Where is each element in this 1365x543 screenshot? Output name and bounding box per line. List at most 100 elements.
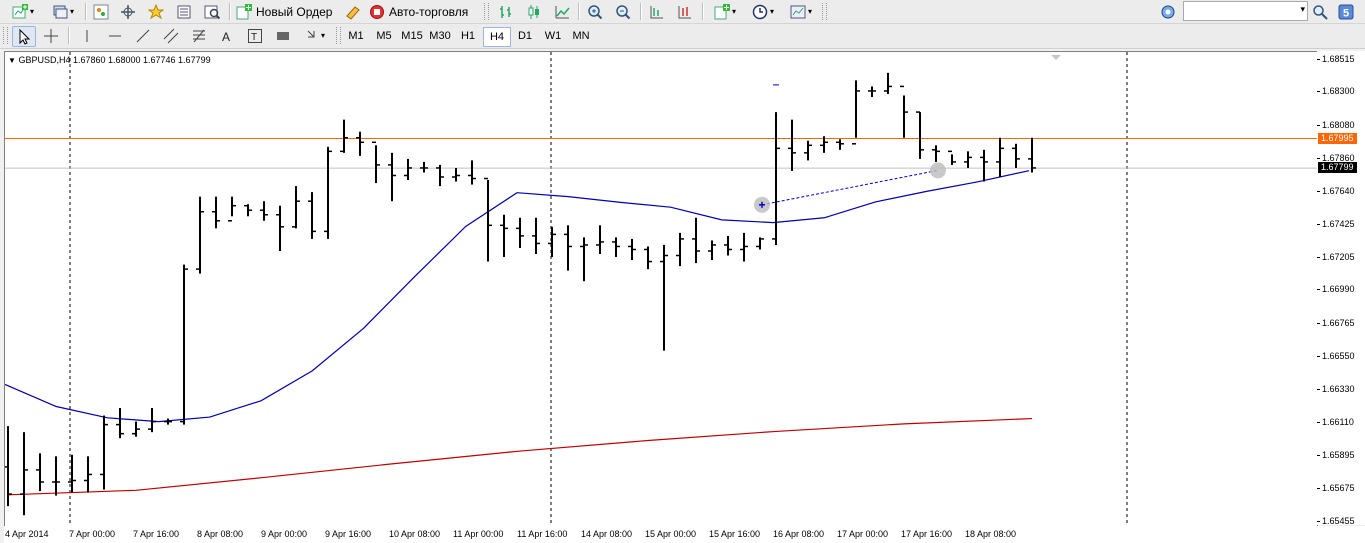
strategy-tester-icon [204, 4, 221, 20]
autoscroll-icon [677, 4, 693, 20]
trendline-button[interactable] [132, 26, 154, 45]
y-tick-label: 1.67425 [1322, 218, 1355, 229]
arrows-button[interactable]: ▾ [300, 26, 330, 45]
crosshair-icon [43, 28, 59, 44]
equidistant-channel-icon [163, 28, 179, 44]
line-chart-button[interactable] [551, 2, 573, 21]
y-tick [1317, 157, 1320, 159]
market-watch-icon [93, 4, 109, 20]
order-eraser-button[interactable] [343, 2, 363, 21]
horizontal-line-button[interactable] [104, 26, 126, 45]
navigator-icon [120, 4, 136, 20]
y-tick [1317, 59, 1320, 60]
fibonacci-button[interactable] [188, 26, 210, 45]
bar-chart-button[interactable] [495, 2, 517, 21]
search-dropdown-icon[interactable]: ▾ [1300, 4, 1305, 15]
timeframe-h4-label: H4 [489, 31, 505, 43]
tile-icon [649, 4, 665, 20]
market-watch-button[interactable] [91, 2, 111, 21]
pencil-icon [345, 4, 361, 20]
periods-button[interactable]: ▾ [746, 2, 780, 21]
main-toolbar: ▾ ▾ Новый Ордер Авто-торговля ▾ ▾ ▾ ▾ 5 [0, 0, 1365, 24]
y-tick [1317, 289, 1320, 291]
periods-icon [752, 4, 768, 20]
timeframe-w1[interactable]: W1 [540, 27, 566, 45]
x-tick-label: 4 Apr 2014 [5, 529, 49, 539]
timeframe-m1-label: M1 [348, 30, 364, 42]
text-button[interactable]: A [216, 26, 238, 45]
tile-windows-button[interactable] [646, 2, 668, 21]
profiles-button[interactable]: ▾ [46, 2, 80, 21]
y-tick-label: 1.65455 [1322, 516, 1355, 526]
cursor-button[interactable] [12, 26, 36, 47]
favorites-button[interactable] [145, 2, 167, 21]
candlestick-button[interactable] [523, 2, 545, 21]
x-tick-label: 8 Apr 08:00 [197, 529, 244, 539]
options-button[interactable] [1158, 2, 1178, 21]
indicators-button[interactable]: ▾ [708, 2, 742, 21]
data-window-button[interactable] [173, 2, 195, 21]
cursor-icon [16, 28, 32, 45]
indicators-icon [714, 3, 730, 20]
templates-icon [790, 4, 806, 20]
chart-menu-icon[interactable]: ▼ [8, 56, 16, 65]
text-label-icon: T [247, 28, 263, 44]
search-input-value [1184, 2, 1187, 14]
y-tick-label: 1.65675 [1322, 482, 1355, 493]
zoom-in-button[interactable] [584, 2, 606, 21]
y-tick [1317, 422, 1320, 424]
equidistant-channel-button[interactable] [160, 26, 182, 45]
templates-button[interactable]: ▾ [784, 2, 818, 21]
svg-text:T: T [251, 32, 257, 43]
timeframe-h1[interactable]: H1 [455, 27, 481, 45]
y-tick [1317, 355, 1320, 357]
vertical-line-icon [79, 28, 95, 44]
y-tick-label: 1.66110 [1322, 417, 1354, 428]
help-icon: 5 [1338, 4, 1354, 20]
timeframe-h1-label: H1 [460, 30, 476, 42]
marker-price-label: 1.67995 [1318, 132, 1357, 144]
timeframe-mn-label: MN [572, 30, 590, 42]
autoscroll-button[interactable] [674, 2, 696, 21]
new-chart-button[interactable]: ▾ [6, 2, 40, 21]
new-order-icon [236, 3, 252, 20]
strategy-tester-button[interactable] [201, 2, 223, 21]
timeframe-h4[interactable]: H4 [483, 27, 511, 47]
x-tick-label: 9 Apr 16:00 [325, 529, 372, 539]
favorites-icon [147, 3, 165, 20]
new-order-label: Новый Ордер [256, 4, 333, 19]
y-tick-label: 1.66330 [1322, 383, 1355, 394]
x-tick-label: 16 Apr 08:00 [773, 529, 825, 539]
timeframe-d1[interactable]: D1 [512, 27, 538, 45]
rectangle-button[interactable] [272, 26, 294, 45]
x-tick-label: 18 Apr 08:00 [965, 529, 1017, 539]
timeframe-m5[interactable]: M5 [371, 27, 397, 45]
y-tick-label: 1.68300 [1322, 86, 1355, 97]
search-button[interactable] [1310, 2, 1330, 21]
price-chart[interactable] [4, 51, 1318, 527]
y-tick [1317, 388, 1320, 390]
timeframe-m1[interactable]: M1 [343, 27, 369, 45]
new-order-button[interactable]: Новый Ордер [236, 2, 340, 21]
zoom-out-button[interactable] [612, 2, 634, 21]
x-tick-label: 17 Apr 00:00 [837, 529, 889, 539]
rectangle-icon [275, 28, 291, 44]
y-tick [1317, 521, 1320, 522]
symbol-info-text: GBPUSD,H4 1.67860 1.68000 1.67746 1.6779… [18, 55, 211, 65]
autotrading-button[interactable]: Авто-торговля [369, 2, 479, 21]
crosshair-button[interactable] [40, 26, 62, 45]
shift-marker [1051, 55, 1061, 60]
y-tick-label: 1.68515 [1322, 54, 1355, 64]
x-tick-label: 11 Apr 00:00 [453, 529, 504, 539]
timeframe-mn[interactable]: MN [568, 27, 594, 45]
search-input[interactable]: ▾ [1183, 1, 1308, 21]
text-label-button[interactable]: T [244, 26, 266, 45]
line-chart-icon [554, 4, 570, 20]
timeframe-m15[interactable]: M15 [399, 27, 425, 45]
help-button[interactable]: 5 [1336, 2, 1356, 21]
navigator-button[interactable] [117, 2, 139, 21]
new-chart-icon [12, 3, 28, 20]
vertical-line-button[interactable] [76, 26, 98, 45]
timeframe-m30[interactable]: M30 [427, 27, 453, 45]
timeframe-m5-label: M5 [376, 30, 392, 42]
